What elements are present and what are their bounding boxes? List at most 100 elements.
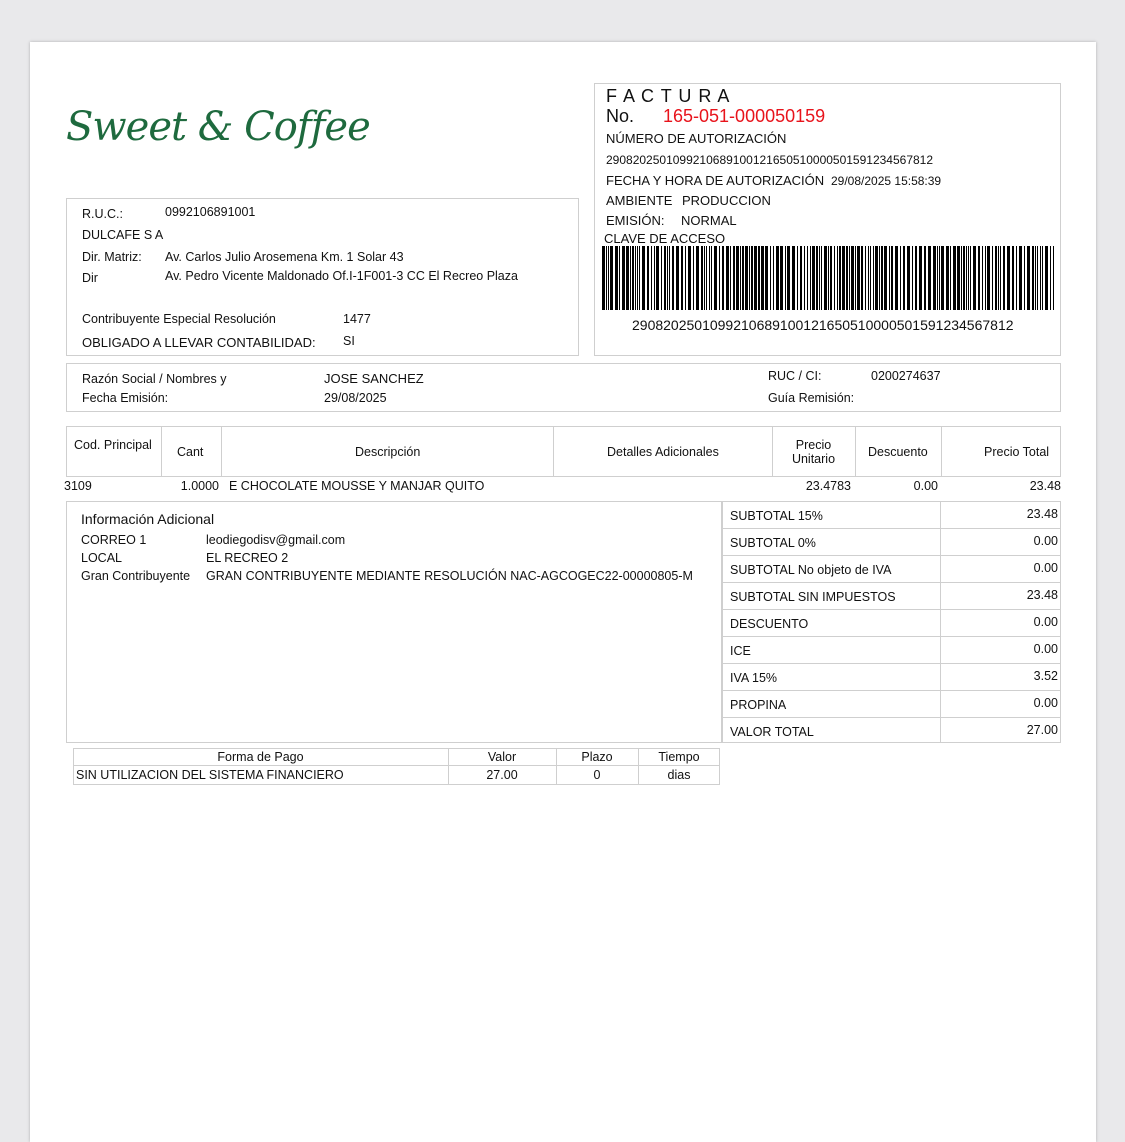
barcode-bar [1050,246,1051,310]
barcode-bar [846,246,848,310]
local-value: EL RECREO 2 [206,551,289,565]
barcode-bar [619,246,620,310]
barcode-bar [837,246,838,310]
info-adicional-title: Información Adicional [81,511,215,527]
barcode-bar [606,246,607,310]
totals-label: SUBTOTAL 0% [730,536,816,550]
emision-value: NORMAL [681,213,737,228]
barcode-bar [900,246,901,310]
barcode-bar [953,246,956,310]
barcode-bar [681,246,683,310]
ambiente-value: PRODUCCION [682,193,771,208]
barcode-image [602,246,1054,310]
col-cant: Cant [177,445,204,459]
barcode-bar [722,246,724,310]
barcode-bar [780,246,783,310]
barcode-bar [730,246,731,310]
col-desc: Descripción [355,445,421,459]
barcode-bar [881,246,883,310]
barcode-bar [907,246,910,310]
auth-datetime: 29/08/2025 15:58:39 [831,174,942,188]
barcode-bar [602,246,605,310]
barcode-bar [963,246,965,310]
gran-value: GRAN CONTRIBUYENTE MEDIANTE RESOLUCIÓN N… [206,569,693,583]
barcode-bar [610,246,613,310]
factura-number: 165-051-000050159 [663,106,826,126]
barcode-bar [924,246,926,310]
issuer-dir-label: Dir [82,271,98,285]
col-precio-1: Precio [795,438,832,452]
barcode-bar [828,246,829,310]
col-total: Precio Total [984,445,1050,459]
barcode-bar [939,246,940,310]
barcode-bar [761,246,764,310]
barcode-bar [773,246,774,310]
totals-value: 23.48 [1026,507,1058,521]
issuer-name: DULCAFE S A [82,228,164,242]
barcode-bar [998,246,999,310]
barcode-bar [933,246,936,310]
barcode-bar [839,246,841,310]
barcode-bar [992,246,993,310]
ambiente-label: AMBIENTE [606,193,673,208]
row-desc: E CHOCOLATE MOUSSE Y MANJAR QUITO [229,479,485,493]
barcode-bar [915,246,917,310]
barcode-bar [1042,246,1043,310]
barcode-bar [1000,246,1001,310]
barcode-bar [787,246,790,310]
barcode-bar [685,246,686,310]
payment-forma: SIN UTILIZACION DEL SISTEMA FINANCIERO [76,768,344,782]
obligado-value: SI [343,334,355,348]
barcode-bar [995,246,997,310]
barcode-bar [812,246,815,310]
barcode-bar [957,246,960,310]
barcode-bar [754,246,757,310]
barcode-bar [770,246,771,310]
barcode-bar [855,246,856,310]
barcode-bar [978,246,980,310]
barcode-bar [785,246,786,310]
factura-title: F A C T U R A [606,86,731,106]
issuer-dir: Av. Pedro Vicente Maldonado Of.I-1F001-3… [165,269,518,283]
barcode-bar [647,246,649,310]
barcode-bar [1012,246,1014,310]
payment-plazo: 0 [593,768,601,782]
payment-col-tiempo: Tiempo [658,750,700,764]
barcode-bar [776,246,779,310]
barcode-bar [849,246,850,310]
barcode-bar [830,246,832,310]
barcode-bar [654,246,655,310]
totals-value: 27.00 [1026,723,1058,737]
barcode-bar [758,246,760,310]
barcode-bar [884,246,887,310]
totals-label: DESCUENTO [730,617,809,631]
issuer-ruc: 0992106891001 [165,205,256,219]
barcode-bar [968,246,969,310]
barcode-bar [740,246,741,310]
customer-ruc: 0200274637 [871,369,941,383]
barcode-bar [745,246,748,310]
clave-number: 2908202501099210689100121650510000501591… [632,317,1014,333]
barcode-bar [664,246,666,310]
auth-number: 2908202501099210689100121650510000501591… [606,153,934,167]
issuer-ruc-label: R.U.C.: [82,207,123,221]
obligado-label: OBLIGADO A LLEVAR CONTABILIDAD: [82,335,316,350]
barcode-bar [985,246,986,310]
issuer-matriz-label: Dir. Matriz: [82,250,142,264]
barcode-bar [865,246,866,310]
barcode-bar [615,246,618,310]
barcode-bar [706,246,707,310]
barcode-bar [816,246,818,310]
row-cod: 3109 [64,479,92,493]
totals-label: SUBTOTAL No objeto de IVA [730,563,892,577]
totals-value: 3.52 [1033,669,1058,683]
barcode-bar [632,246,634,310]
barcode-bar [751,246,753,310]
barcode-bar [1027,246,1030,310]
barcode-bar [800,246,802,310]
barcode-bar [982,246,983,310]
barcode-bar [870,246,871,310]
row-precio: 23.4783 [805,479,851,493]
correo-value: leodiegodisv@gmail.com [206,533,346,547]
payment-valor: 27.00 [486,768,518,782]
